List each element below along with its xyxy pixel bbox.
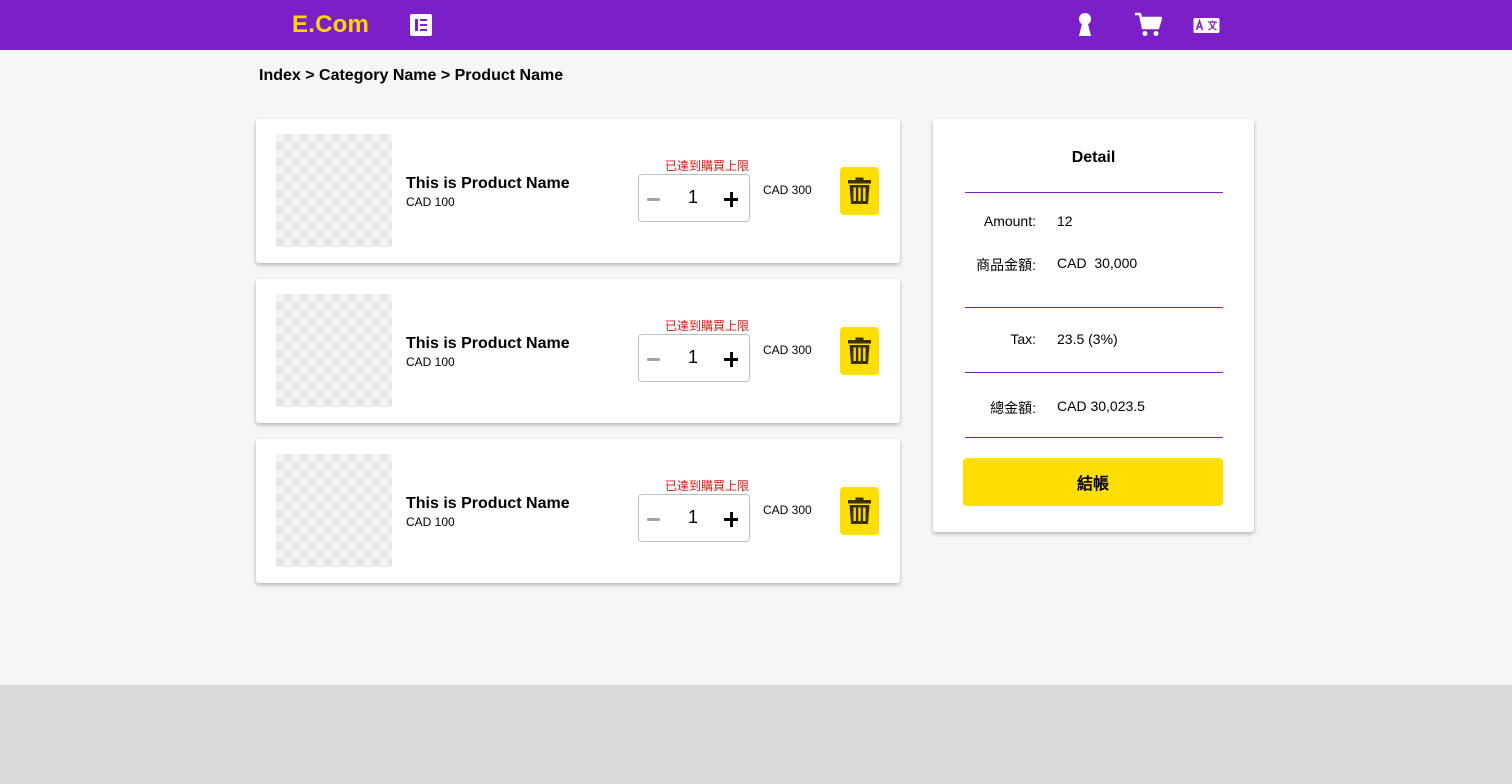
amount-label: Amount: xyxy=(983,213,1036,229)
cart-item: This is Product Name CAD 100 已達到購買上限 1 C… xyxy=(256,439,900,583)
page: E.Com Index > Category Name > Product Na… xyxy=(0,0,1512,685)
purchase-limit-notice: 已達到購買上限 xyxy=(665,159,750,173)
product-image[interactable] xyxy=(276,294,392,407)
divider xyxy=(965,372,1223,373)
translate-icon[interactable] xyxy=(1193,17,1220,35)
minus-icon[interactable] xyxy=(647,187,665,209)
quantity-value[interactable]: 1 xyxy=(676,347,710,368)
user-icon[interactable] xyxy=(1076,12,1094,38)
item-subtotal: CAD 300 xyxy=(763,183,812,197)
unit-price: CAD 100 xyxy=(406,355,455,369)
detail-title: Detail xyxy=(1071,149,1116,166)
quantity-stepper: 1 xyxy=(638,174,750,222)
minus-icon[interactable] xyxy=(647,347,665,369)
logo[interactable]: E.Com xyxy=(292,11,369,39)
trash-icon xyxy=(848,177,871,204)
checkout-button[interactable]: 結帳 xyxy=(963,458,1223,506)
product-name[interactable]: This is Product Name xyxy=(406,335,570,353)
product-name[interactable]: This is Product Name xyxy=(406,495,570,513)
trash-icon xyxy=(848,497,871,524)
goods-amount-label: 商品金額: xyxy=(976,257,1036,273)
delete-item-button[interactable] xyxy=(840,327,879,375)
delete-item-button[interactable] xyxy=(840,487,879,535)
quantity-stepper: 1 xyxy=(638,334,750,382)
minus-icon[interactable] xyxy=(647,507,665,529)
item-subtotal: CAD 300 xyxy=(763,343,812,357)
plus-icon[interactable] xyxy=(723,187,741,209)
purchase-limit-notice: 已達到購買上限 xyxy=(665,479,750,493)
unit-price: CAD 100 xyxy=(406,515,455,529)
amount-value: 12 xyxy=(1057,213,1073,229)
divider xyxy=(965,437,1223,438)
plus-icon[interactable] xyxy=(723,507,741,529)
top-nav-bar: E.Com xyxy=(0,0,1512,50)
divider xyxy=(965,307,1223,308)
product-image[interactable] xyxy=(276,134,392,247)
delete-item-button[interactable] xyxy=(840,167,879,215)
cart-item: This is Product Name CAD 100 已達到購買上限 1 C… xyxy=(256,279,900,423)
quantity-value[interactable]: 1 xyxy=(676,187,710,208)
menu-icon[interactable] xyxy=(410,14,432,36)
tax-label: Tax: xyxy=(1010,331,1036,347)
divider xyxy=(965,192,1223,193)
item-subtotal: CAD 300 xyxy=(763,503,812,517)
product-image[interactable] xyxy=(276,454,392,567)
tax-value: 23.5 (3%) xyxy=(1057,331,1118,347)
cart-item: This is Product Name CAD 100 已達到購買上限 1 C… xyxy=(256,119,900,263)
order-detail-panel: Detail Amount: 12 商品金額: CAD 30,000 Tax: … xyxy=(933,119,1254,532)
unit-price: CAD 100 xyxy=(406,195,455,209)
total-value: CAD 30,023.5 xyxy=(1057,398,1145,414)
quantity-value[interactable]: 1 xyxy=(676,507,710,528)
total-label: 總金額: xyxy=(990,400,1036,416)
cart-icon[interactable] xyxy=(1134,12,1162,38)
quantity-stepper: 1 xyxy=(638,494,750,542)
goods-amount-value: CAD 30,000 xyxy=(1057,255,1138,271)
product-name[interactable]: This is Product Name xyxy=(406,175,570,193)
trash-icon xyxy=(848,337,871,364)
plus-icon[interactable] xyxy=(723,347,741,369)
purchase-limit-notice: 已達到購買上限 xyxy=(665,319,750,333)
breadcrumb[interactable]: Index > Category Name > Product Name xyxy=(259,67,563,85)
